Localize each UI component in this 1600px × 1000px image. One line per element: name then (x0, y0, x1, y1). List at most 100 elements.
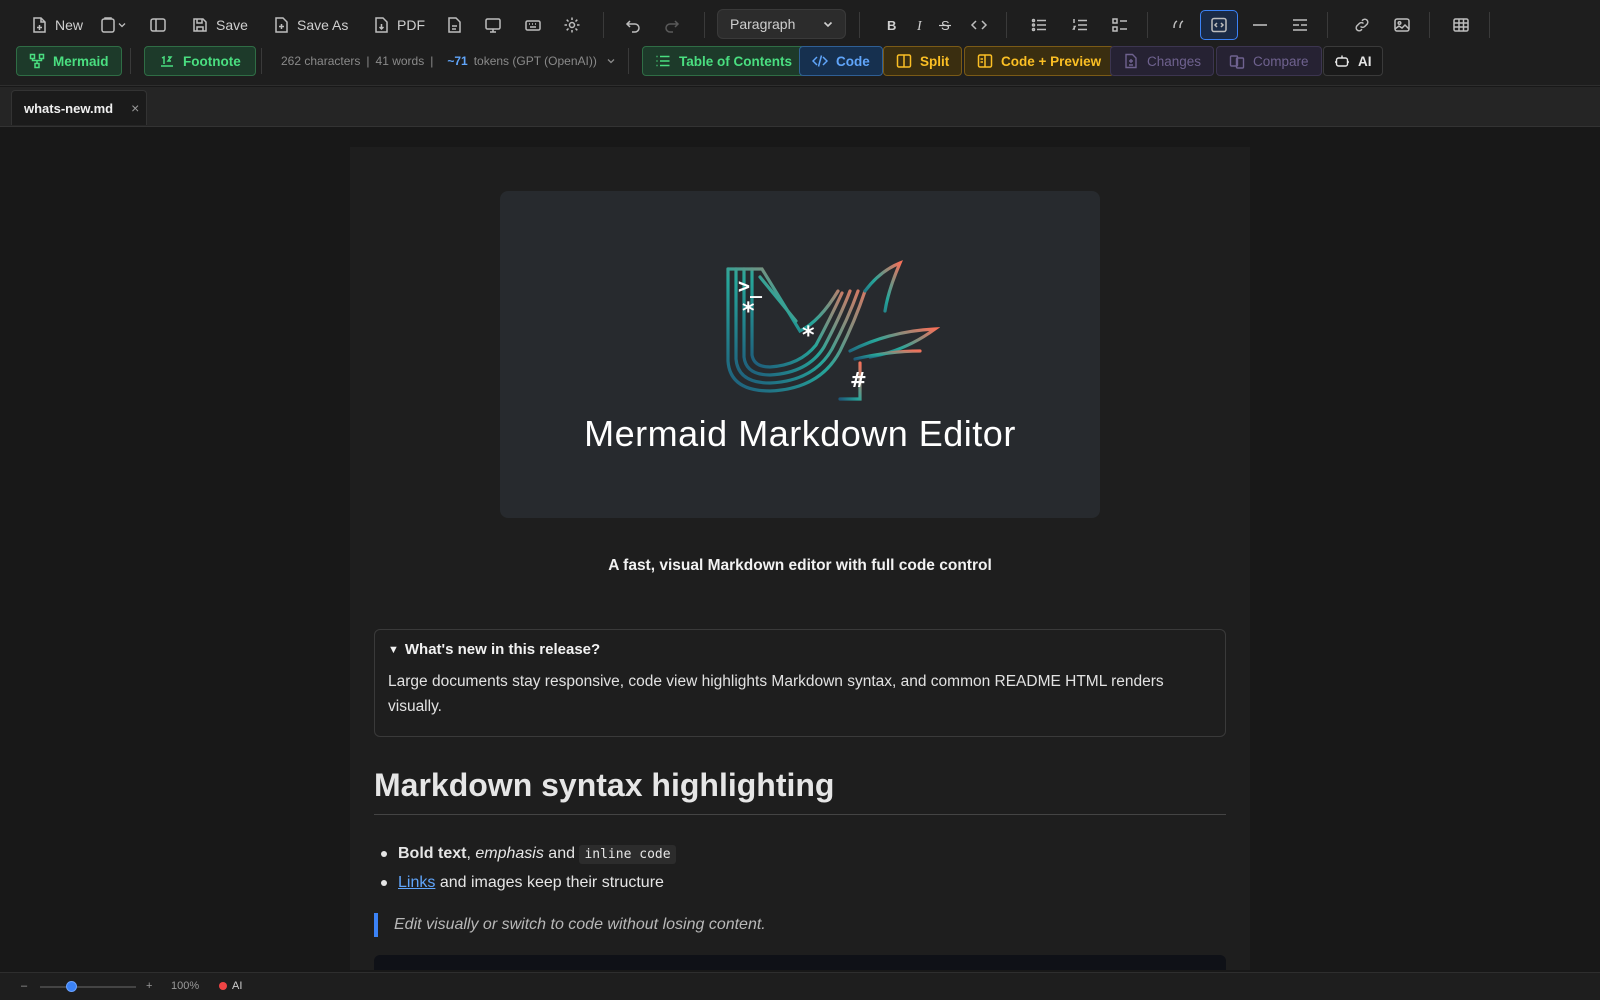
split-icon (896, 53, 912, 69)
code-icon (970, 16, 988, 34)
table-of-contents-button[interactable]: Table of Contents (642, 46, 805, 76)
token-count[interactable]: ~71 (447, 54, 467, 68)
footnote-icon (159, 53, 175, 69)
ai-label: AI (1358, 53, 1372, 69)
svg-text:I: I (916, 19, 923, 34)
release-notes-details[interactable]: ▼ What's new in this release? Large docu… (374, 629, 1226, 737)
stats-separator: | (430, 54, 434, 68)
code-icon (812, 53, 828, 69)
footnote-label: Footnote (183, 53, 241, 69)
sidebar-icon (149, 16, 167, 34)
insert-link-button[interactable] (1349, 10, 1375, 40)
ai-status-label: AI (232, 980, 243, 992)
paragraph-format-value: Paragraph (730, 16, 796, 32)
redo-icon (663, 16, 681, 34)
blockquote: Edit visually or switch to code without … (374, 913, 766, 937)
details-body: Large documents stay responsive, code vi… (388, 673, 1164, 715)
toolbar-divider (1147, 12, 1148, 38)
footnote-button[interactable]: Footnote (144, 46, 256, 76)
bold-icon: B (882, 16, 900, 34)
zoom-slider-handle[interactable] (66, 981, 78, 992)
task-list-icon (1111, 16, 1129, 34)
toolbar-divider (261, 48, 262, 74)
save-icon (191, 16, 209, 34)
undo-icon (624, 16, 642, 34)
list-comma: , (466, 845, 471, 862)
list-item: Links and images keep their structure (381, 870, 676, 899)
code-view-button[interactable]: Code (799, 46, 883, 76)
settings-button[interactable] (559, 10, 585, 40)
character-count: 262 characters (281, 54, 361, 68)
document-preview[interactable]: >_ * * # Mermaid Markdown Editor A fast,… (350, 147, 1250, 970)
horizontal-rule-button[interactable] (1247, 10, 1273, 40)
stats-separator: | (366, 54, 370, 68)
list-and: and (548, 845, 575, 862)
code-block (374, 955, 1226, 970)
recent-files-button[interactable] (95, 10, 130, 40)
banner-title: Mermaid Markdown Editor (584, 413, 1016, 454)
code-label: Code (836, 53, 870, 69)
document-icon (445, 16, 463, 34)
save-button[interactable]: Save (187, 10, 252, 40)
keyboard-shortcuts-button[interactable] (520, 10, 546, 40)
chevron-down-icon[interactable] (607, 57, 615, 65)
pdf-button[interactable]: PDF (368, 10, 429, 40)
presentation-button[interactable] (480, 10, 506, 40)
status-bar: – + 100% AI (0, 972, 1600, 1000)
save-as-icon (272, 16, 290, 34)
table-icon (1452, 16, 1470, 34)
details-summary[interactable]: ▼ What's new in this release? (388, 641, 1212, 658)
toc-label: Table of Contents (679, 53, 792, 69)
ai-status[interactable]: AI (219, 980, 242, 992)
inline-code-button[interactable] (966, 10, 992, 40)
strikethrough-button[interactable]: S (932, 10, 958, 40)
clipboard-icon (99, 16, 117, 34)
italic-button[interactable]: I (907, 10, 933, 40)
undo-button[interactable] (620, 10, 646, 40)
toolbar-divider (704, 12, 705, 38)
toolbar-divider (1429, 12, 1430, 38)
compare-label: Compare (1253, 53, 1309, 69)
insert-image-button[interactable] (1389, 10, 1415, 40)
zoom-out-button[interactable]: – (21, 980, 27, 992)
zoom-slider[interactable] (40, 986, 136, 988)
code-preview-button[interactable]: Code + Preview (964, 46, 1115, 76)
mermaid-button[interactable]: Mermaid (16, 46, 122, 76)
zoom-in-button[interactable]: + (146, 980, 152, 992)
token-model[interactable]: tokens (GPT (OpenAI)) (474, 54, 597, 68)
list-item: Bold text, emphasis and inline code (381, 841, 676, 870)
gear-icon (563, 16, 581, 34)
save-as-button[interactable]: Save As (268, 10, 352, 40)
insert-table-button[interactable] (1448, 10, 1474, 40)
close-tab-icon[interactable]: × (131, 100, 139, 116)
tab-whats-new[interactable]: whats-new.md × (11, 90, 147, 125)
redo-button[interactable] (659, 10, 685, 40)
page-break-icon (1291, 16, 1309, 34)
inline-code: inline code (579, 845, 676, 864)
bullet-list-button[interactable] (1026, 10, 1052, 40)
split-view-button[interactable]: Split (883, 46, 963, 76)
numbered-list-button[interactable] (1067, 10, 1093, 40)
svg-text:B: B (887, 18, 896, 33)
save-as-label: Save As (297, 17, 349, 33)
bold-button[interactable]: B (878, 10, 904, 40)
new-button[interactable]: New (26, 10, 87, 40)
details-summary-text: What's new in this release? (404, 641, 601, 658)
svg-text:*: * (742, 297, 755, 325)
blockquote-button[interactable] (1166, 10, 1192, 40)
status-dot-icon (219, 982, 227, 990)
compare-button[interactable]: Compare (1216, 46, 1322, 76)
links-link[interactable]: Links (398, 874, 435, 891)
export-button[interactable] (441, 10, 467, 40)
ai-button[interactable]: AI (1323, 46, 1383, 76)
save-label: Save (216, 17, 248, 33)
page-break-button[interactable] (1287, 10, 1313, 40)
paragraph-format-select[interactable]: Paragraph (717, 9, 846, 39)
code-block-button[interactable] (1200, 10, 1238, 40)
sidebar-toggle-button[interactable] (145, 10, 171, 40)
task-list-button[interactable] (1107, 10, 1133, 40)
document-stats: 262 characters | 41 words | ~71 tokens (… (281, 46, 615, 76)
toolbar-divider (1489, 12, 1490, 38)
changes-button[interactable]: Changes (1110, 46, 1215, 76)
tab-label: whats-new.md (24, 100, 114, 116)
